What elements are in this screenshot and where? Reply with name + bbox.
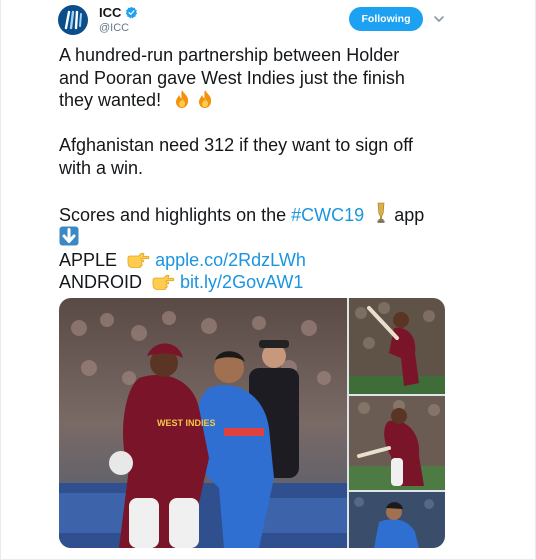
display-name[interactable]: ICC bbox=[99, 5, 121, 20]
jersey-text: WEST INDIES bbox=[157, 418, 216, 428]
paragraph-links: Scores and highlights on the #CWC19 app … bbox=[59, 202, 479, 294]
avatar[interactable] bbox=[57, 4, 89, 36]
tweet-card: ICC @ICC Following A hundred-run partner… bbox=[0, 0, 536, 560]
text-line-with-hashtag: Scores and highlights on the #CWC19 app bbox=[59, 202, 479, 227]
hashtag-link[interactable]: #CWC19 bbox=[291, 205, 364, 225]
text-segment: they wanted! bbox=[59, 90, 162, 110]
account-handle[interactable]: @ICC bbox=[99, 22, 138, 34]
android-link-line: ANDROID bit.ly/2GovAW1 bbox=[59, 271, 479, 294]
apple-link[interactable]: apple.co/2RdzLWh bbox=[155, 250, 306, 270]
chevron-down-icon[interactable] bbox=[433, 13, 445, 25]
batsman-pull-shot-photo[interactable] bbox=[349, 298, 445, 394]
apple-link-line: APPLE apple.co/2RdzLWh bbox=[59, 249, 479, 272]
apple-label: APPLE bbox=[59, 249, 118, 270]
text-segment: Scores and highlights on the bbox=[59, 204, 292, 225]
paragraph-partnership: A hundred-run partnership between Holder… bbox=[59, 44, 479, 112]
text-segment: app bbox=[389, 204, 425, 225]
tweet-text: A hundred-run partnership between Holder… bbox=[59, 44, 479, 294]
fire-icon bbox=[195, 89, 215, 109]
fire-icon bbox=[172, 89, 192, 109]
pointing-hand-icon bbox=[126, 251, 150, 269]
text-line: with a win. bbox=[59, 157, 144, 178]
following-button[interactable]: Following bbox=[349, 7, 423, 31]
android-link[interactable]: bit.ly/2GovAW1 bbox=[180, 272, 303, 292]
west-indies-afghanistan-collision-photo[interactable]: WEST INDIES bbox=[59, 298, 347, 548]
text-line: A hundred-run partnership between Holder bbox=[59, 45, 400, 65]
down-arrow-icon bbox=[59, 226, 79, 246]
text-line-with-emoji: they wanted! bbox=[59, 89, 479, 112]
text-line: and Pooran gave West Indies just the fin… bbox=[59, 67, 405, 88]
afghanistan-batsman-photo[interactable] bbox=[349, 492, 445, 548]
icc-logo-icon bbox=[58, 5, 88, 35]
pointing-hand-icon bbox=[151, 273, 175, 291]
media-grid: WEST INDIES bbox=[59, 298, 445, 548]
emoji-line bbox=[59, 226, 479, 249]
batsman-sweep-shot-photo[interactable] bbox=[349, 396, 445, 490]
trophy-icon bbox=[373, 202, 389, 224]
paragraph-target: Afghanistan need 312 if they want to sig… bbox=[59, 134, 479, 179]
android-label: ANDROID bbox=[59, 272, 143, 292]
text-line: Afghanistan need 312 if they want to sig… bbox=[59, 135, 413, 155]
verified-badge-icon bbox=[125, 6, 138, 19]
account-info: ICC @ICC bbox=[99, 5, 138, 34]
